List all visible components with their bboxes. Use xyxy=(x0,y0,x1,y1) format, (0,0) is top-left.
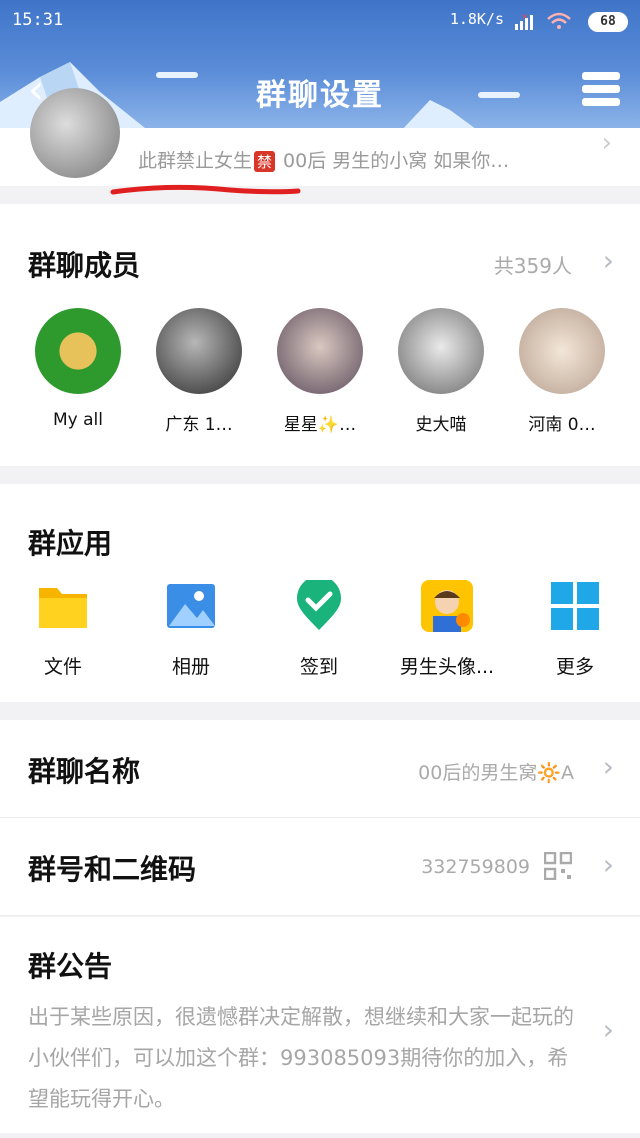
app-label: 签到 xyxy=(299,656,338,678)
app-file[interactable]: 文件 xyxy=(8,580,118,679)
group-number-value: 332759809 xyxy=(421,856,530,878)
apps-title: 群应用 xyxy=(28,527,113,560)
members-title: 群聊成员 xyxy=(28,249,141,282)
member-name: 史大喵 xyxy=(415,415,467,435)
app-label: 文件 xyxy=(43,656,82,678)
app-label: 相册 xyxy=(171,656,210,678)
chevron-right-icon: › xyxy=(602,750,614,783)
group-notice-label: 群公告 xyxy=(28,950,113,983)
status-bar: 15:31 1.8K/s ✕ 68 xyxy=(12,10,628,34)
member-avatar xyxy=(277,308,363,394)
group-description: 此群禁止女生禁 00后 男生的小窝 如果你… xyxy=(138,146,509,173)
member-avatar xyxy=(35,308,121,394)
app-label: 更多 xyxy=(555,656,594,678)
member-name: 星星✨… xyxy=(283,415,357,435)
grid-more-icon xyxy=(551,582,599,630)
folder-icon xyxy=(39,588,87,628)
member-name: My all xyxy=(53,410,103,430)
member-avatar xyxy=(398,308,484,394)
qr-code-icon xyxy=(544,852,572,880)
group-name-value: 00后的男生窝🔆A xyxy=(418,762,574,784)
app-checkin[interactable]: 签到 xyxy=(264,576,374,679)
chevron-right-icon: › xyxy=(602,1013,614,1046)
group-number-label: 群号和二维码 xyxy=(28,853,197,886)
group-name-row[interactable]: 群聊名称 00后的男生窝🔆A › xyxy=(0,720,640,818)
app-album[interactable]: 相册 xyxy=(136,580,246,679)
signal-icon: ✕ xyxy=(515,12,533,30)
checkin-icon xyxy=(297,576,341,630)
group-desc-before-badge: 此群禁止女生 xyxy=(138,150,253,172)
member-count: 共359人 xyxy=(493,254,572,278)
member-avatar xyxy=(156,308,242,394)
group-name-label: 群聊名称 xyxy=(28,755,141,788)
member-item[interactable]: 星星✨… xyxy=(270,308,370,435)
avatar-app-icon xyxy=(421,580,473,632)
wifi-icon xyxy=(547,12,571,29)
member-item[interactable]: 史大喵 xyxy=(391,308,491,435)
chevron-right-icon: › xyxy=(601,128,612,158)
member-item[interactable]: My all xyxy=(28,308,128,430)
member-item[interactable]: 广东 1… xyxy=(149,308,249,435)
chevron-right-icon: › xyxy=(602,244,614,277)
photo-album-icon xyxy=(167,584,215,628)
member-name: 河南 0… xyxy=(528,415,596,435)
svg-text:✕: ✕ xyxy=(522,12,527,22)
app-boy-avatar[interactable]: 男生头像... xyxy=(392,580,502,679)
member-avatar xyxy=(519,308,605,394)
ban-badge: 禁 xyxy=(254,151,276,172)
status-net-speed: 1.8K/s xyxy=(449,10,504,28)
member-name: 广东 1… xyxy=(165,415,233,435)
group-avatar xyxy=(30,88,120,178)
member-item[interactable]: 河南 0… xyxy=(512,308,612,435)
group-number-row[interactable]: 群号和二维码 332759809 › xyxy=(0,818,640,916)
menu-button[interactable] xyxy=(582,72,620,108)
app-label: 男生头像... xyxy=(399,656,495,678)
group-apps-section: 群应用 文件 相册 签到 男生头像... 更多 xyxy=(0,484,640,702)
members-section[interactable]: 群聊成员 共359人 › My all 广东 1… 星星✨… 史大喵 河南 0… xyxy=(0,204,640,466)
battery-indicator: 68 xyxy=(588,12,628,32)
group-notice-text: 出于某些原因，很遗憾群决定解散，想继续和大家一起玩的小伙伴们，可以加这个群：99… xyxy=(28,1005,574,1111)
red-underline-mark xyxy=(110,184,301,195)
app-more[interactable]: 更多 xyxy=(520,580,630,679)
group-desc-after-badge: 00后 男生的小窝 如果你… xyxy=(283,150,510,172)
group-profile[interactable]: 此群禁止女生禁 00后 男生的小窝 如果你… › xyxy=(0,88,640,186)
status-time: 15:31 xyxy=(12,10,64,30)
group-notice-section[interactable]: 群公告 出于某些原因，很遗憾群决定解散，想继续和大家一起玩的小伙伴们，可以加这个… xyxy=(0,917,640,1133)
chevron-right-icon: › xyxy=(602,848,614,881)
